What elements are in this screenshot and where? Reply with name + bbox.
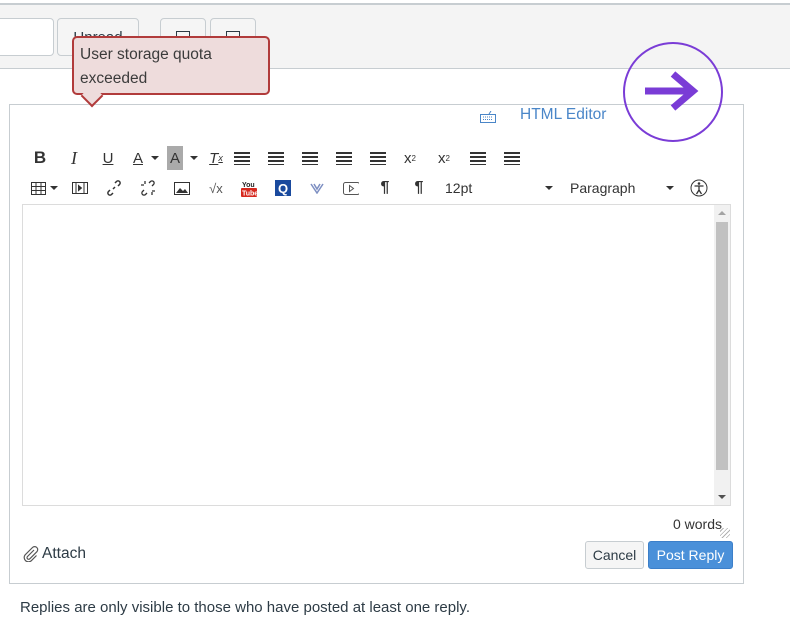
chevron-down-icon bbox=[151, 156, 159, 160]
rich-text-editor-area[interactable] bbox=[22, 204, 731, 506]
arrow-right-circle-icon bbox=[623, 42, 723, 142]
subscript-button[interactable]: x2 bbox=[436, 146, 452, 170]
background-color-dropdown[interactable] bbox=[190, 146, 198, 170]
font-size-select[interactable]: 12pt bbox=[445, 176, 545, 200]
table-icon bbox=[30, 181, 46, 195]
unlink-button[interactable] bbox=[140, 176, 156, 200]
scrollbar-thumb[interactable] bbox=[716, 222, 728, 470]
html-editor-label: HTML Editor bbox=[520, 106, 607, 123]
indent-icon bbox=[370, 151, 386, 165]
search-input[interactable] bbox=[0, 18, 54, 56]
rtl-button[interactable]: ¶ bbox=[411, 176, 427, 200]
background-color-button[interactable]: A bbox=[167, 146, 183, 170]
svg-text:Q: Q bbox=[278, 181, 288, 196]
chevron-down-icon bbox=[545, 186, 553, 190]
word-count: 0 words bbox=[672, 516, 722, 532]
align-left-icon bbox=[234, 151, 250, 165]
quizlet-button[interactable]: Q bbox=[275, 176, 291, 200]
indent-button[interactable] bbox=[370, 146, 386, 170]
film-icon bbox=[72, 182, 88, 194]
block-format-dropdown[interactable] bbox=[666, 176, 674, 200]
attach-label: Attach bbox=[42, 545, 86, 562]
font-size-value: 12pt bbox=[445, 180, 473, 196]
svg-text:Tube: Tube bbox=[242, 190, 257, 197]
toolbar-row-1: B I U A A Tx x2 x2 bbox=[30, 146, 520, 170]
media-button[interactable] bbox=[72, 176, 88, 200]
align-left-button[interactable] bbox=[234, 146, 250, 170]
text-color-dropdown[interactable] bbox=[151, 146, 159, 170]
embed-media-button[interactable] bbox=[343, 176, 359, 200]
attach-button[interactable]: Attach bbox=[22, 545, 86, 563]
vimeo-button[interactable] bbox=[309, 176, 325, 200]
table-button[interactable] bbox=[30, 176, 46, 200]
unlink-icon bbox=[141, 180, 155, 196]
svg-text:You: You bbox=[242, 182, 255, 189]
chevron-down-icon bbox=[190, 156, 198, 160]
underline-button[interactable]: U bbox=[98, 146, 118, 170]
link-icon bbox=[107, 180, 121, 196]
image-button[interactable] bbox=[174, 176, 190, 200]
math-button[interactable]: √x bbox=[207, 176, 225, 200]
bullet-list-icon bbox=[470, 151, 486, 165]
numbered-list-button[interactable] bbox=[504, 146, 520, 170]
block-format-select[interactable]: Paragraph bbox=[570, 176, 666, 200]
toolbar-row-2: √x You Tube Q ¶ ¶ 12pt Paragraph bbox=[30, 176, 708, 200]
editor-scrollbar[interactable] bbox=[714, 205, 730, 505]
align-center-button[interactable] bbox=[268, 146, 284, 170]
accessibility-checker-button[interactable] bbox=[690, 176, 708, 200]
youtube-button[interactable]: You Tube bbox=[241, 176, 257, 200]
keyboard-icon bbox=[480, 110, 496, 128]
outdent-button[interactable] bbox=[336, 146, 352, 170]
scroll-down-icon[interactable] bbox=[718, 495, 726, 499]
tooltip-text: User storage quota exceeded bbox=[80, 46, 212, 87]
align-center-icon bbox=[268, 151, 284, 165]
italic-button[interactable]: I bbox=[64, 146, 84, 170]
table-dropdown[interactable] bbox=[50, 176, 58, 200]
text-color-button[interactable]: A bbox=[128, 146, 148, 170]
superscript-button[interactable]: x2 bbox=[402, 146, 418, 170]
replies-visibility-note: Replies are only visible to those who ha… bbox=[20, 599, 470, 616]
chevron-down-icon bbox=[666, 186, 674, 190]
scroll-up-icon[interactable] bbox=[718, 211, 726, 215]
numbered-list-icon bbox=[504, 151, 520, 165]
paperclip-icon bbox=[23, 546, 39, 562]
clear-formatting-button[interactable]: Tx bbox=[207, 146, 225, 170]
cancel-button[interactable]: Cancel bbox=[585, 541, 644, 569]
align-right-button[interactable] bbox=[302, 146, 318, 170]
ltr-button[interactable]: ¶ bbox=[377, 176, 393, 200]
font-size-dropdown[interactable] bbox=[545, 176, 553, 200]
vimeo-icon bbox=[310, 183, 324, 194]
bold-button[interactable]: B bbox=[30, 146, 50, 170]
post-reply-button[interactable]: Post Reply bbox=[648, 541, 733, 569]
play-box-icon bbox=[343, 181, 359, 195]
resize-handle[interactable] bbox=[720, 528, 730, 538]
block-format-value: Paragraph bbox=[570, 180, 636, 196]
accessibility-icon bbox=[690, 179, 708, 197]
outdent-icon bbox=[336, 151, 352, 165]
youtube-icon: YouTube bbox=[241, 182, 257, 197]
quizlet-icon: Q bbox=[275, 180, 291, 196]
chevron-down-icon bbox=[50, 186, 58, 190]
link-button[interactable] bbox=[106, 176, 122, 200]
align-right-icon bbox=[302, 151, 318, 165]
error-tooltip: User storage quota exceeded bbox=[72, 36, 270, 95]
bullet-list-button[interactable] bbox=[470, 146, 486, 170]
image-icon bbox=[174, 181, 190, 195]
